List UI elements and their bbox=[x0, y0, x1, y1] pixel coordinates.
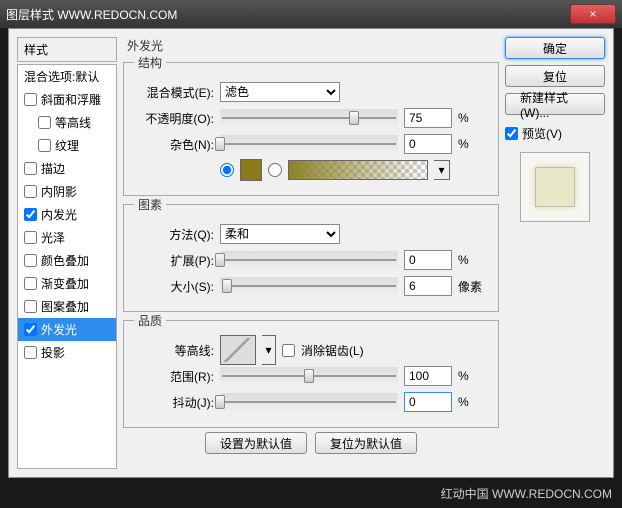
new-style-button[interactable]: 新建样式(W)... bbox=[505, 93, 605, 115]
style-item-label: 纹理 bbox=[55, 137, 79, 154]
style-item-label: 光泽 bbox=[41, 229, 65, 246]
style-item-label: 斜面和浮雕 bbox=[41, 91, 101, 108]
style-checkbox[interactable] bbox=[24, 254, 37, 267]
contour-label: 等高线: bbox=[134, 342, 214, 359]
percent-unit: % bbox=[458, 111, 488, 125]
style-checkbox[interactable] bbox=[24, 323, 37, 336]
size-input[interactable] bbox=[404, 276, 452, 296]
structure-title: 结构 bbox=[134, 54, 166, 71]
style-item-0[interactable]: 斜面和浮雕 bbox=[18, 88, 116, 111]
style-list: 混合选项:默认 斜面和浮雕等高线纹理描边内阴影内发光光泽颜色叠加渐变叠加图案叠加… bbox=[17, 64, 117, 469]
noise-input[interactable] bbox=[404, 134, 452, 154]
size-slider[interactable] bbox=[220, 277, 398, 295]
quality-group: 品质 等高线: ▾ 消除锯齿(L) 范围(R): % 抖动(J): % bbox=[123, 312, 499, 428]
antialias-label: 消除锯齿(L) bbox=[301, 342, 364, 359]
contour-picker[interactable] bbox=[220, 335, 256, 365]
jitter-label: 抖动(J): bbox=[134, 394, 214, 411]
style-checkbox[interactable] bbox=[38, 139, 51, 152]
style-item-1[interactable]: 等高线 bbox=[18, 111, 116, 134]
color-solid-radio[interactable] bbox=[220, 163, 234, 177]
styles-header: 样式 bbox=[17, 37, 117, 62]
range-input[interactable] bbox=[404, 366, 452, 386]
technique-select[interactable]: 柔和 bbox=[220, 224, 340, 244]
title-bar: 图层样式 WWW.REDOCN.COM × bbox=[0, 0, 622, 28]
style-checkbox[interactable] bbox=[24, 277, 37, 290]
preview-box bbox=[520, 152, 590, 222]
range-slider[interactable] bbox=[220, 367, 398, 385]
style-item-6[interactable]: 光泽 bbox=[18, 226, 116, 249]
style-item-label: 内发光 bbox=[41, 206, 77, 223]
spread-slider[interactable] bbox=[220, 251, 398, 269]
spread-input[interactable] bbox=[404, 250, 452, 270]
style-item-label: 内阴影 bbox=[41, 183, 77, 200]
right-column: 确定 复位 新建样式(W)... 预览(V) bbox=[505, 37, 605, 469]
structure-group: 结构 混合模式(E): 滤色 不透明度(O): % 杂色(N): % bbox=[123, 54, 499, 196]
style-item-9[interactable]: 图案叠加 bbox=[18, 295, 116, 318]
style-checkbox[interactable] bbox=[24, 162, 37, 175]
jitter-slider[interactable] bbox=[220, 393, 398, 411]
size-unit: 像素 bbox=[458, 278, 488, 295]
dialog: 样式 混合选项:默认 斜面和浮雕等高线纹理描边内阴影内发光光泽颜色叠加渐变叠加图… bbox=[8, 28, 614, 478]
style-item-label: 颜色叠加 bbox=[41, 252, 89, 269]
style-checkbox[interactable] bbox=[24, 346, 37, 359]
noise-label: 杂色(N): bbox=[134, 136, 214, 153]
style-item-label: 渐变叠加 bbox=[41, 275, 89, 292]
style-item-11[interactable]: 投影 bbox=[18, 341, 116, 364]
gradient-picker[interactable] bbox=[288, 160, 428, 180]
range-label: 范围(R): bbox=[134, 368, 214, 385]
gradient-dropdown[interactable]: ▾ bbox=[434, 160, 450, 180]
style-checkbox[interactable] bbox=[24, 300, 37, 313]
opacity-label: 不透明度(O): bbox=[134, 110, 214, 127]
style-checkbox[interactable] bbox=[24, 208, 37, 221]
set-default-button[interactable]: 设置为默认值 bbox=[205, 432, 307, 454]
style-item-7[interactable]: 颜色叠加 bbox=[18, 249, 116, 272]
preview-toggle[interactable]: 预览(V) bbox=[505, 125, 605, 142]
style-checkbox[interactable] bbox=[24, 231, 37, 244]
spread-label: 扩展(P): bbox=[134, 252, 214, 269]
style-item-2[interactable]: 纹理 bbox=[18, 134, 116, 157]
elements-group: 图素 方法(Q): 柔和 扩展(P): % 大小(S): 像素 bbox=[123, 196, 499, 312]
window-title: 图层样式 WWW.REDOCN.COM bbox=[6, 6, 570, 23]
quality-title: 品质 bbox=[134, 312, 166, 329]
watermark: 红动中国 WWW.REDOCN.COM bbox=[441, 485, 612, 502]
preview-swatch bbox=[535, 167, 575, 207]
blend-options-item[interactable]: 混合选项:默认 bbox=[18, 65, 116, 88]
reset-default-button[interactable]: 复位为默认值 bbox=[315, 432, 417, 454]
style-item-3[interactable]: 描边 bbox=[18, 157, 116, 180]
ok-button[interactable]: 确定 bbox=[505, 37, 605, 59]
color-gradient-radio[interactable] bbox=[268, 163, 282, 177]
style-item-label: 外发光 bbox=[41, 321, 77, 338]
close-button[interactable]: × bbox=[570, 4, 616, 24]
panel-title: 外发光 bbox=[123, 37, 167, 54]
jitter-input[interactable] bbox=[404, 392, 452, 412]
style-item-10[interactable]: 外发光 bbox=[18, 318, 116, 341]
style-item-8[interactable]: 渐变叠加 bbox=[18, 272, 116, 295]
noise-slider[interactable] bbox=[220, 135, 398, 153]
style-item-label: 图案叠加 bbox=[41, 298, 89, 315]
left-column: 样式 混合选项:默认 斜面和浮雕等高线纹理描边内阴影内发光光泽颜色叠加渐变叠加图… bbox=[17, 37, 117, 469]
style-checkbox[interactable] bbox=[24, 93, 37, 106]
style-checkbox[interactable] bbox=[38, 116, 51, 129]
antialias-checkbox[interactable] bbox=[282, 344, 295, 357]
settings-column: 外发光 结构 混合模式(E): 滤色 不透明度(O): % 杂色(N): % bbox=[123, 37, 499, 469]
close-icon: × bbox=[589, 7, 596, 21]
style-item-4[interactable]: 内阴影 bbox=[18, 180, 116, 203]
style-item-5[interactable]: 内发光 bbox=[18, 203, 116, 226]
style-checkbox[interactable] bbox=[24, 185, 37, 198]
blend-mode-select[interactable]: 滤色 bbox=[220, 82, 340, 102]
style-item-label: 描边 bbox=[41, 160, 65, 177]
blend-mode-label: 混合模式(E): bbox=[134, 84, 214, 101]
size-label: 大小(S): bbox=[134, 278, 214, 295]
cancel-button[interactable]: 复位 bbox=[505, 65, 605, 87]
opacity-slider[interactable] bbox=[220, 109, 398, 127]
style-item-label: 投影 bbox=[41, 344, 65, 361]
contour-dropdown[interactable]: ▾ bbox=[262, 335, 276, 365]
preview-checkbox[interactable] bbox=[505, 127, 518, 140]
opacity-input[interactable] bbox=[404, 108, 452, 128]
color-swatch[interactable] bbox=[240, 159, 262, 181]
style-item-label: 等高线 bbox=[55, 114, 91, 131]
technique-label: 方法(Q): bbox=[134, 226, 214, 243]
elements-title: 图素 bbox=[134, 196, 166, 213]
